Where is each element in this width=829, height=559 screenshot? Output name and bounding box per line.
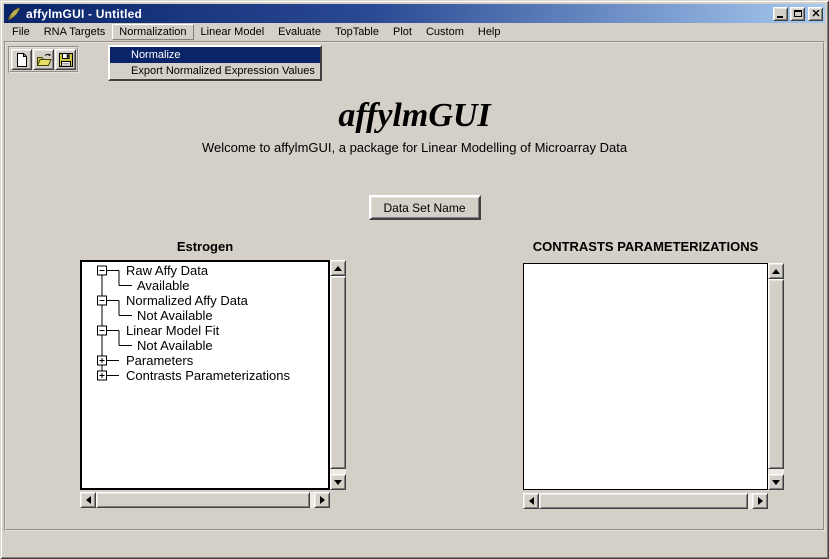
window-controls [773,7,823,21]
tree-toggle-contrasts-parameterizations[interactable] [98,371,107,380]
window-title: affylmGUI - Untitled [26,7,142,21]
scroll-down-button[interactable] [768,474,784,490]
scroll-right-button[interactable] [752,493,768,509]
estrogen-tree: Raw Affy Data Available Normalized Affy … [82,262,328,488]
tree-node-status[interactable]: Not Available [137,338,213,353]
up-arrow-icon [334,266,342,271]
scroll-left-button[interactable] [80,492,96,508]
contrasts-horizontal-scrollbar[interactable] [523,493,768,509]
tree-node-label[interactable]: Contrasts Parameterizations [126,368,291,383]
scroll-up-button[interactable] [330,260,346,276]
toolbar [8,46,79,73]
app-heading: affylmGUI [6,96,823,136]
content-area: affylmGUI Welcome to affylmGUI, a packag… [4,41,825,531]
scroll-thumb[interactable] [539,493,748,509]
save-floppy-icon [58,52,74,68]
tree-node-label[interactable]: Parameters [126,353,194,368]
tree-node-status[interactable]: Not Available [137,308,213,323]
tree-toggle-parameters[interactable] [98,356,107,365]
tree-toggle-raw-affy-data[interactable] [98,266,107,275]
close-button[interactable] [808,7,823,21]
left-arrow-icon [86,496,91,504]
scroll-right-button[interactable] [314,492,330,508]
menu-custom[interactable]: Custom [419,24,471,40]
new-file-icon [14,52,30,68]
menu-item-normalize[interactable]: Normalize [110,47,320,63]
down-arrow-icon [772,480,780,485]
scroll-left-button[interactable] [523,493,539,509]
contrasts-listbox[interactable] [523,263,768,490]
down-arrow-icon [334,480,342,485]
tree-node-status[interactable]: Available [137,278,190,293]
menu-rna-targets[interactable]: RNA Targets [37,24,113,40]
estrogen-horizontal-scrollbar[interactable] [80,492,330,508]
maximize-button[interactable] [790,7,805,21]
close-icon [812,10,820,17]
scroll-thumb[interactable] [330,276,346,469]
new-file-button[interactable] [11,49,32,70]
feather-icon[interactable] [7,7,21,21]
tree-toggle-linear-model-fit[interactable] [98,326,107,335]
menu-help[interactable]: Help [471,24,508,40]
tree-node-label[interactable]: Raw Affy Data [126,263,209,278]
save-file-button[interactable] [55,49,76,70]
welcome-text: Welcome to affylmGUI, a package for Line… [6,140,823,155]
minimize-icon [777,16,783,18]
left-arrow-icon [529,497,534,505]
estrogen-vertical-scrollbar[interactable] [330,260,346,490]
maximize-icon [794,10,802,17]
normalization-menu: Normalize Export Normalized Expression V… [108,45,322,81]
menu-normalization[interactable]: Normalization [112,24,193,40]
app-window: affylmGUI - Untitled File RNA Targets No… [0,0,829,559]
menu-toptable[interactable]: TopTable [328,24,386,40]
tree-node-label[interactable]: Linear Model Fit [126,323,220,338]
titlebar: affylmGUI - Untitled [4,4,825,23]
right-panel-title: CONTRASTS PARAMETERIZATIONS [523,239,768,255]
minimize-button[interactable] [773,7,788,21]
estrogen-tree-box[interactable]: Raw Affy Data Available Normalized Affy … [80,260,330,490]
left-panel-title: Estrogen [80,239,330,255]
tree-node-label[interactable]: Normalized Affy Data [126,293,249,308]
open-folder-icon [36,52,52,68]
menubar: File RNA Targets Normalization Linear Mo… [4,23,825,41]
tree-toggle-normalized-affy-data[interactable] [98,296,107,305]
scroll-thumb[interactable] [768,279,784,469]
data-set-name-button[interactable]: Data Set Name [368,195,480,220]
scroll-thumb[interactable] [96,492,310,508]
scroll-down-button[interactable] [330,474,346,490]
right-arrow-icon [758,497,763,505]
open-file-button[interactable] [33,49,54,70]
menu-evaluate[interactable]: Evaluate [271,24,328,40]
right-arrow-icon [320,496,325,504]
menu-item-export-normalized[interactable]: Export Normalized Expression Values [110,63,320,79]
contrasts-vertical-scrollbar[interactable] [768,263,784,490]
menu-plot[interactable]: Plot [386,24,419,40]
up-arrow-icon [772,269,780,274]
menu-file[interactable]: File [5,24,37,40]
menu-linear-model[interactable]: Linear Model [194,24,272,40]
scroll-up-button[interactable] [768,263,784,279]
